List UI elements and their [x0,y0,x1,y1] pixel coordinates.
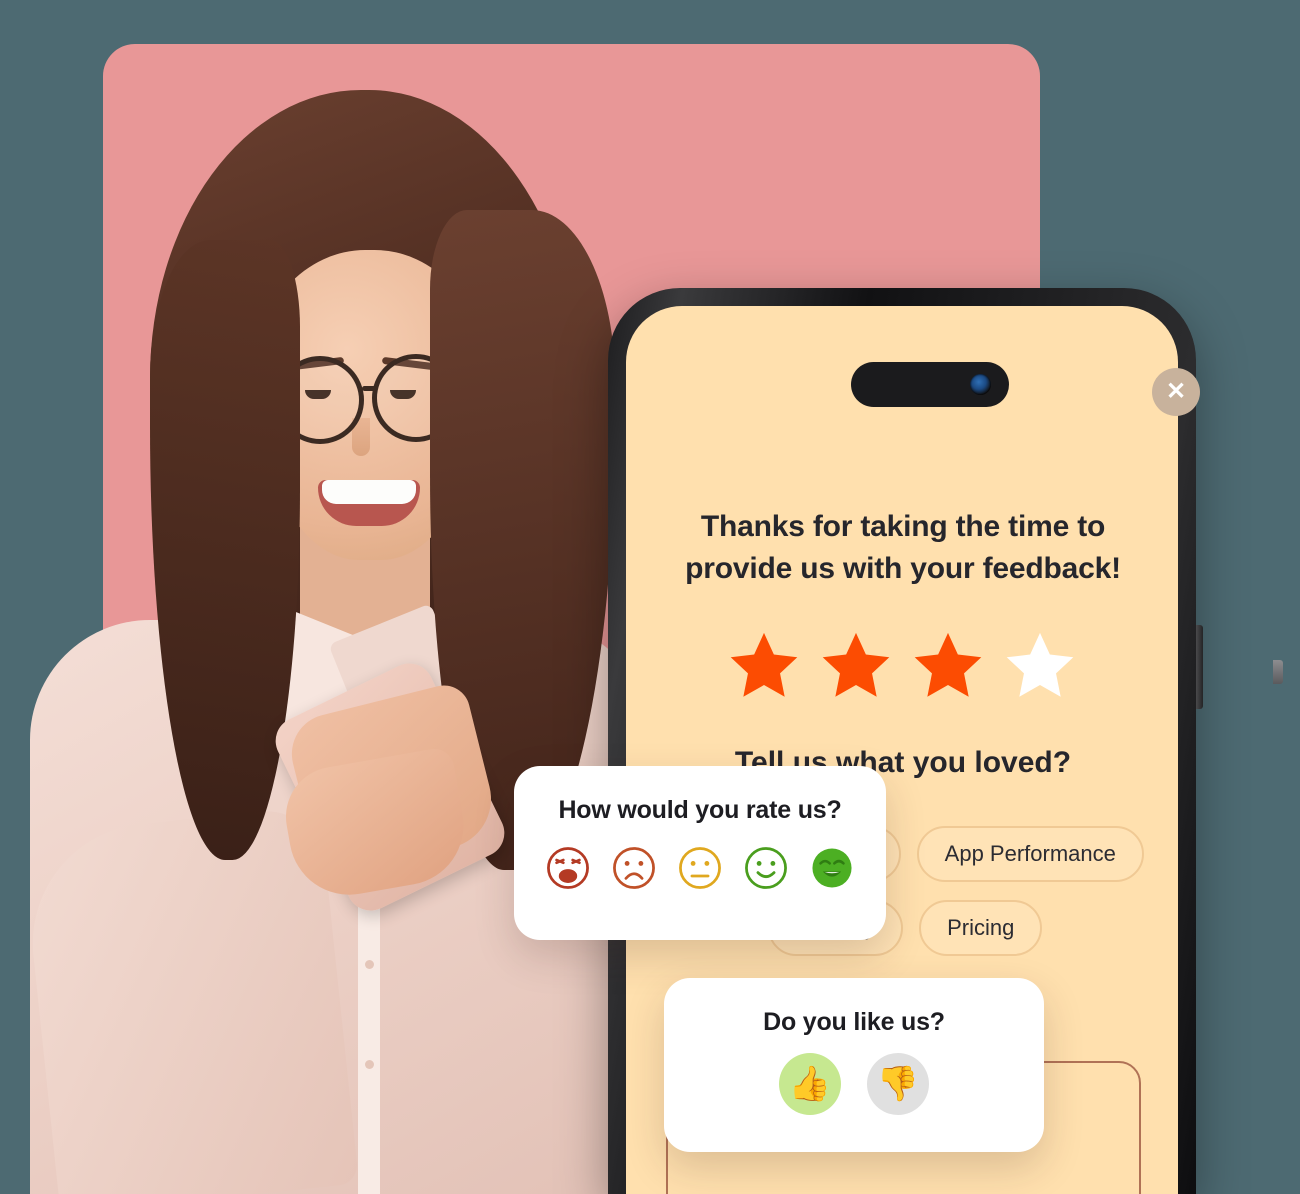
like-us-card: Do you like us? 👍 👎 [664,978,1044,1152]
thanks-title: Thanks for taking the time to provide us… [685,510,1121,585]
rate-us-card: How would you rate us? [514,766,886,940]
star-icon-1[interactable] [727,628,801,702]
phone-side-button[interactable] [1273,660,1283,684]
star-icon-4[interactable] [1003,628,1077,702]
face-happy-icon[interactable] [743,845,789,891]
rate-us-title: How would you rate us? [558,796,842,824]
thumbs-down-icon[interactable]: 👎 [867,1053,929,1115]
face-angry-icon[interactable] [545,845,591,891]
thumbs-up-icon[interactable]: 👍 [779,1053,841,1115]
face-neutral-icon[interactable] [677,845,723,891]
face-sad-icon[interactable] [611,845,657,891]
tag-pricing[interactable]: Pricing [919,900,1043,956]
canvas: ✕ Thanks for taking the time to provide … [0,0,1300,1194]
tag-app-performance[interactable]: App Performance [916,826,1144,882]
emoji-rating-row [514,845,886,891]
close-icon[interactable]: ✕ [1152,368,1200,416]
star-icon-3[interactable] [911,628,985,702]
face-very-happy-icon[interactable] [809,845,855,891]
star-rating[interactable] [626,628,1178,702]
dynamic-island [851,362,1009,407]
thumbs-row: 👍 👎 [664,1053,1044,1115]
like-us-title: Do you like us? [763,1008,945,1036]
woman-with-phone-photo [0,60,700,1194]
front-camera-icon [970,374,991,395]
star-icon-2[interactable] [819,628,893,702]
phone-power-button[interactable] [1196,625,1203,709]
